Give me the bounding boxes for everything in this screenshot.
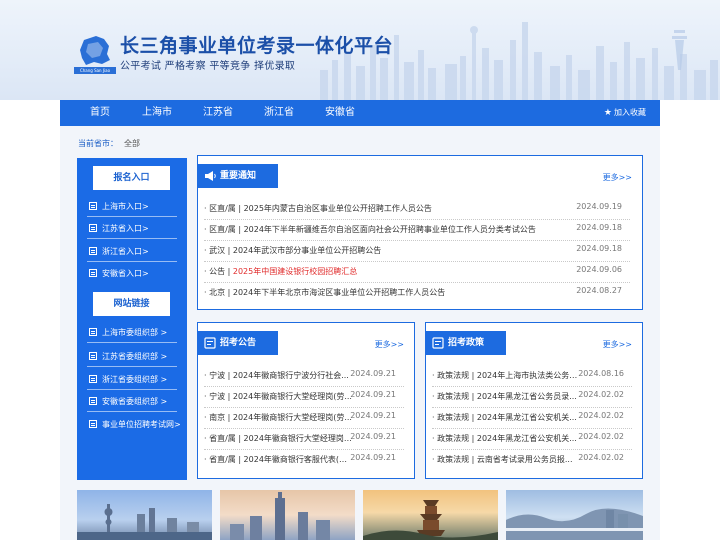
sites-title: 网站链接	[93, 292, 170, 316]
star-icon: ★	[603, 108, 612, 118]
document-icon	[432, 337, 444, 349]
policy-row[interactable]: · 政策法规 | 2024年黑龙江省公务员录... 2024.02.02	[432, 388, 632, 408]
zhejiang-photo[interactable]	[363, 490, 498, 540]
site-header: Chang San Jiao 长三角事业单位考录一体化平台 公平考试 严格考察 …	[0, 0, 720, 100]
policy-tab[interactable]: 招考政策	[426, 331, 506, 355]
nanjing-skyline-image	[230, 492, 330, 540]
recruit-row[interactable]: · 省直/属 | 2024年徽商银行客服代表(劳... 2024.09.21	[204, 451, 404, 471]
breadcrumb-value[interactable]: 全部	[124, 139, 140, 148]
list-icon	[89, 420, 97, 428]
nav-item-jiangsu[interactable]: 江苏省	[188, 100, 248, 126]
divider	[87, 389, 177, 390]
shanghai-skyline-image	[77, 504, 212, 540]
policy-row[interactable]: · 政策法规 | 2024年黑龙江省公安机关... 2024.02.02	[432, 430, 632, 450]
site-link-anhui[interactable]: 安徽省委组织部 >	[89, 396, 167, 407]
signup-link-shanghai[interactable]: 上海市入口>	[89, 201, 149, 212]
list-icon	[89, 328, 97, 336]
signup-title: 报名入口	[93, 166, 170, 190]
list-icon	[89, 397, 97, 405]
site-title: 长三角事业单位考录一体化平台	[120, 35, 394, 57]
notice-more-link[interactable]: 更多>>	[603, 172, 632, 183]
policy-row[interactable]: · 政策法规 | 云南省考试录用公务员报... 2024.02.02	[432, 451, 632, 471]
list-icon	[89, 269, 97, 277]
anhui-photo[interactable]	[506, 490, 643, 540]
logo-caption: Chang San Jiao	[74, 67, 116, 74]
list-icon	[89, 247, 97, 255]
divider	[87, 261, 177, 262]
breadcrumb: 当前省市： 全部	[78, 138, 140, 149]
pagoda-image	[363, 500, 498, 540]
site-link-exam[interactable]: 事业单位招聘考试网>	[89, 419, 181, 430]
signup-link-anhui[interactable]: 安徽省入口>	[89, 268, 149, 279]
divider	[87, 342, 177, 343]
list-icon	[89, 352, 97, 360]
recruit-row[interactable]: · 宁波 | 2024年徽商银行大堂经理岗(劳... 2024.09.21	[204, 388, 404, 408]
site-slogan: 公平考试 严格考察 平等竞争 择优录取	[120, 61, 296, 72]
nav-item-anhui[interactable]: 安徽省	[310, 100, 370, 126]
recruit-tab[interactable]: 招考公告	[198, 331, 278, 355]
list-icon	[89, 224, 97, 232]
lake-bridge-image	[506, 508, 643, 540]
notice-tab[interactable]: 重要通知	[198, 164, 278, 188]
policy-row[interactable]: · 政策法规 | 2024年黑龙江省公安机关... 2024.02.02	[432, 409, 632, 429]
list-icon	[89, 202, 97, 210]
nav-item-shanghai[interactable]: 上海市	[127, 100, 187, 126]
recruit-row[interactable]: · 宁波 | 2024年徽商银行宁波分行社会... 2024.09.21	[204, 367, 404, 387]
jiangsu-photo[interactable]	[220, 490, 355, 540]
recruit-more-link[interactable]: 更多>>	[375, 339, 404, 350]
notice-row[interactable]: · 公告 | 2025年中国建设银行校园招聘汇总 2024.09.06	[204, 263, 630, 283]
highlight-text: 2025年中国建设银行校园招聘汇总	[232, 267, 358, 276]
main-nav: 首页 上海市 江苏省 浙江省 安徽省 ★ 加入收藏	[60, 100, 660, 126]
shanghai-photo[interactable]	[77, 490, 212, 540]
notice-row[interactable]: · 区直/属 | 2024年下半年新疆维吾尔自治区面向社会公开招聘事业单位工作人…	[204, 221, 630, 241]
divider	[87, 411, 177, 412]
notice-row[interactable]: · 武汉 | 2024年武汉市部分事业单位公开招聘公告 2024.09.18	[204, 242, 630, 262]
divider	[87, 216, 177, 217]
divider	[87, 366, 177, 367]
document-icon	[204, 337, 216, 349]
recruit-row[interactable]: · 省直/属 | 2024年徽商银行大堂经理岗(... 2024.09.21	[204, 430, 404, 450]
site-link-jiangsu[interactable]: 江苏省委组织部 >	[89, 351, 167, 362]
site-link-shanghai[interactable]: 上海市委组织部 >	[89, 327, 167, 338]
sidebar: 报名入口 上海市入口> 江苏省入口> 浙江省入口> 安徽省入口> 网站链接 上海…	[77, 158, 187, 480]
recruit-panel: 招考公告 更多>> · 宁波 | 2024年徽商银行宁波分行社会... 2024.…	[197, 322, 415, 479]
logo-icon	[80, 36, 110, 65]
signup-link-zhejiang[interactable]: 浙江省入口>	[89, 246, 149, 257]
add-favorite-link[interactable]: ★ 加入收藏	[604, 100, 646, 126]
nav-item-zhejiang[interactable]: 浙江省	[249, 100, 309, 126]
recruit-row[interactable]: · 南京 | 2024年徽商银行大堂经理岗(劳... 2024.09.21	[204, 409, 404, 429]
site-link-zhejiang[interactable]: 浙江省委组织部 >	[89, 374, 167, 385]
megaphone-icon	[205, 171, 216, 181]
notice-panel: 重要通知 更多>> · 区直/属 | 2025年内蒙古自治区事业单位公开招聘工作…	[197, 155, 643, 310]
notice-row[interactable]: · 区直/属 | 2025年内蒙古自治区事业单位公开招聘工作人员公告 2024.…	[204, 200, 630, 220]
policy-row[interactable]: · 政策法规 | 2024年上海市执法类公务员... 2024.08.16	[432, 367, 632, 387]
nav-item-home[interactable]: 首页	[70, 100, 130, 126]
policy-more-link[interactable]: 更多>>	[603, 339, 632, 350]
divider	[87, 238, 177, 239]
notice-row[interactable]: · 北京 | 2024年下半年北京市海淀区事业单位公开招聘工作人员公告 2024…	[204, 284, 630, 304]
breadcrumb-label: 当前省市：	[78, 139, 118, 148]
signup-link-jiangsu[interactable]: 江苏省入口>	[89, 223, 149, 234]
list-icon	[89, 375, 97, 383]
policy-panel: 招考政策 更多>> · 政策法规 | 2024年上海市执法类公务员... 2024…	[425, 322, 643, 479]
